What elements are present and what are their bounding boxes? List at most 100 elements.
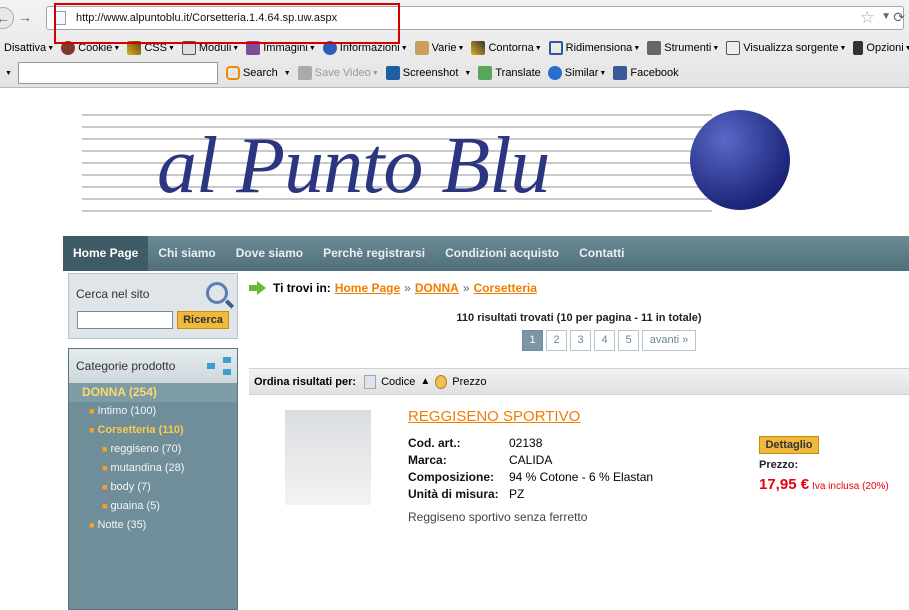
breadcrumb: Ti trovi in: Home Page » DONNA » Corsett… (249, 281, 537, 295)
page-5[interactable]: 5 (618, 330, 639, 351)
menu-item-home[interactable]: Home Page (63, 236, 149, 271)
breadcrumb-home[interactable]: Home Page (335, 281, 400, 295)
back-button[interactable]: ← (0, 7, 14, 29)
chevron-down-icon[interactable]: ▼ (881, 11, 891, 22)
image-icon (246, 41, 261, 55)
address-bar[interactable]: http://www.alpuntoblu.it/Corsetteria.1.4… (46, 6, 905, 30)
logo-ball-icon (690, 110, 790, 210)
page-icon (54, 11, 66, 25)
toolbar-search-input[interactable] (17, 62, 218, 84)
forward-button[interactable]: → (14, 7, 36, 29)
categories-header: Categorie prodotto (69, 349, 237, 383)
site-search-button[interactable]: Ricerca (177, 311, 229, 329)
source-icon (726, 41, 741, 55)
info-icon (322, 41, 337, 55)
sort-by-code[interactable]: Codice (381, 376, 415, 388)
sort-bar: Ordina risultati per: Codice ▲ Prezzo (249, 368, 909, 395)
coin-icon (435, 374, 448, 389)
category-guaina[interactable]: ■ guaina (5) (69, 497, 237, 516)
pencil-icon (127, 41, 142, 55)
sort-ascending-icon[interactable]: ▲ (420, 376, 430, 387)
product-image[interactable] (285, 410, 371, 505)
magnifier-icon (206, 282, 228, 304)
spec-row: Cod. art.: 02138 (408, 436, 543, 450)
toolbar-translate[interactable]: Translate (478, 66, 541, 80)
toolbar-save-video[interactable]: Save Video ▼ (297, 66, 379, 80)
toolbar-similar[interactable]: Similar ▼ (547, 66, 606, 80)
price-label: Prezzo: (759, 459, 799, 471)
category-mutandina[interactable]: ■ mutandina (28) (69, 459, 237, 478)
browser-chrome: ← → http://www.alpuntoblu.it/Corsetteria… (0, 0, 909, 88)
list-icon (364, 374, 377, 389)
menu-item-contatti[interactable]: Contatti (569, 236, 634, 271)
main-menu: Home Page Chi siamo Dove siamo Perchè re… (63, 236, 909, 271)
categories-title: Categorie prodotto (76, 359, 176, 373)
breadcrumb-corsetteria[interactable]: Corsetteria (474, 281, 537, 295)
toolbar-view-source[interactable]: Visualizza sorgente ▼ (726, 41, 846, 55)
detail-button[interactable]: Dettaglio (759, 436, 819, 454)
reload-icon[interactable]: ⟳ (893, 9, 905, 26)
site-search-input[interactable] (77, 311, 173, 329)
toolbar-options[interactable]: Opzioni ▼ (853, 41, 909, 55)
breadcrumb-label: Ti trovi in: (273, 281, 331, 295)
spec-row: Marca: CALIDA (408, 453, 553, 467)
page-1[interactable]: 1 (522, 330, 543, 351)
product-description: Reggiseno sportivo senza ferretto (408, 510, 588, 524)
toolbar-outline[interactable]: Contorna ▼ (471, 41, 542, 55)
bookmark-star-icon[interactable]: ☆ (860, 8, 875, 28)
page-3[interactable]: 3 (570, 330, 591, 351)
toolbar-misc[interactable]: Varie ▼ (414, 41, 464, 55)
spec-row: Unità di misura: PZ (408, 487, 525, 501)
outline-pen-icon (471, 41, 486, 55)
chevron-down-icon[interactable]: ▼ (5, 70, 12, 77)
web-developer-toolbar: Disattiva ▼ Cookie ▼ CSS ▼ Moduli ▼ Immagini… (4, 37, 909, 59)
toolbar-search-button[interactable]: Search ▼ (225, 66, 291, 80)
page-4[interactable]: 4 (594, 330, 615, 351)
green-arrow-icon (249, 281, 266, 295)
similar-icon (547, 66, 562, 80)
results-count: 110 risultati trovati (10 per pagina - 1… (456, 312, 702, 324)
product-specs: Cod. art.: 02138 Marca: CALIDA Composizion… (408, 435, 653, 503)
page-2[interactable]: 2 (546, 330, 567, 351)
menu-item-condizioni-acquisto[interactable]: Condizioni acquisto (435, 236, 569, 271)
site-search-title: Cerca nel sito (76, 287, 150, 301)
product-title[interactable]: REGGISENO SPORTIVO (408, 408, 580, 425)
toolbar-images[interactable]: Immagini ▼ (246, 41, 316, 55)
category-body[interactable]: ■ body (7) (69, 478, 237, 497)
toolbar-facebook[interactable]: Facebook (613, 66, 679, 80)
url-text: http://www.alpuntoblu.it/Corsetteria.1.4… (76, 12, 338, 24)
category-corsetteria[interactable]: ■ Corsetteria (110) (69, 421, 237, 440)
site-logo-text: al Punto Blu (157, 122, 550, 210)
toolbox-icon (414, 41, 429, 55)
category-donna[interactable]: DONNA (254) (69, 383, 237, 402)
next-page-link[interactable]: avanti » (642, 330, 696, 351)
facebook-icon (613, 66, 628, 80)
category-notte[interactable]: ■ Notte (35) (69, 516, 237, 535)
tools-icon (647, 41, 662, 55)
categories-box: Categorie prodotto DONNA (254) ■ Intimo (… (68, 348, 238, 610)
search-toolbar: ▼ Search ▼ Save Video ▼ Screenshot ▼ Transl… (4, 62, 686, 84)
cookie-icon (61, 41, 76, 55)
category-reggiseno[interactable]: ■ reggiseno (70) (69, 440, 237, 459)
sort-by-price[interactable]: Prezzo (452, 376, 486, 388)
sort-label: Ordina risultati per: (254, 375, 357, 388)
search-engine-icon (225, 66, 240, 80)
site-logo-banner[interactable]: al Punto Blu (82, 108, 822, 220)
toolbar-resize[interactable]: Ridimensiona ▼ (548, 41, 640, 55)
menu-item-chi-siamo[interactable]: Chi siamo (148, 236, 225, 271)
toolbar-disable[interactable]: Disattiva ▼ (4, 42, 54, 54)
toolbar-forms[interactable]: Moduli ▼ (181, 41, 239, 55)
product-price: 17,95 € Iva inclusa (20%) (759, 476, 889, 493)
toolbar-cookie[interactable]: Cookie ▼ (61, 41, 120, 55)
menu-item-dove-siamo[interactable]: Dove siamo (226, 236, 313, 271)
category-intimo[interactable]: ■ Intimo (100) (69, 402, 237, 421)
translate-icon (478, 66, 493, 80)
camera-icon (385, 66, 400, 80)
toolbar-tools[interactable]: Strumenti ▼ (647, 41, 719, 55)
toolbar-css[interactable]: CSS ▼ (127, 41, 175, 55)
menu-item-perche-registrarsi[interactable]: Perchè registrarsi (313, 236, 435, 271)
price-note: Iva inclusa (20%) (812, 481, 889, 492)
toolbar-information[interactable]: Informazioni ▼ (322, 41, 408, 55)
breadcrumb-donna[interactable]: DONNA (415, 281, 459, 295)
toolbar-screenshot[interactable]: Screenshot ▼ (385, 66, 471, 80)
